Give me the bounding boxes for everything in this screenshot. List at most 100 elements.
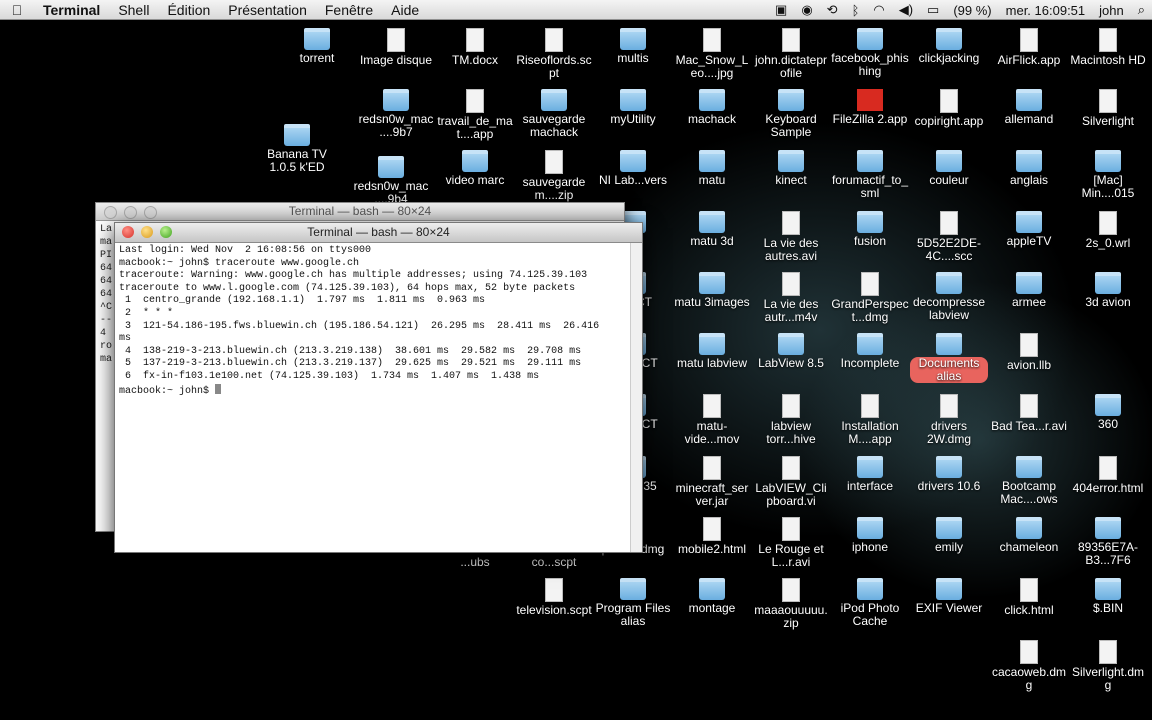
desktop-icon[interactable]: forumactif_to_sml — [831, 150, 909, 200]
desktop-icon[interactable]: [Mac] Min....015 — [1069, 150, 1147, 200]
desktop-icon[interactable]: 2s_0.wrl — [1069, 211, 1147, 250]
desktop-icon[interactable]: redsn0w_mac....9b7 — [357, 89, 435, 139]
desktop-icon[interactable]: myUtility — [594, 89, 672, 126]
desktop-icon[interactable]: sauvegarde m....zip — [515, 150, 593, 202]
desktop-icon[interactable]: montage — [673, 578, 751, 615]
desktop-icon[interactable]: LabView 8.5 — [752, 333, 830, 370]
desktop-icon[interactable]: matu 3images — [673, 272, 751, 309]
screen-record-icon[interactable]: ▣ — [768, 2, 794, 18]
desktop-icon[interactable]: mobile2.html — [673, 517, 751, 556]
desktop-icon[interactable]: La vie des autr...m4v — [752, 272, 830, 324]
desktop-icon[interactable]: iphone — [831, 517, 909, 554]
menu-app-terminal[interactable]: Terminal — [34, 2, 109, 18]
desktop-icon[interactable]: 5D52E2DE-4C....scc — [910, 211, 988, 263]
close-button[interactable] — [122, 226, 134, 238]
desktop-icon[interactable]: matu 3d — [673, 211, 751, 248]
apple-menu-icon[interactable]:  — [0, 2, 34, 18]
battery-percent[interactable]: (99 %) — [946, 3, 998, 18]
desktop-icon[interactable]: clickjacking — [910, 28, 988, 65]
desktop-icon[interactable]: EXIF Viewer — [910, 578, 988, 615]
desktop-icon[interactable]: copiright.app — [910, 89, 988, 128]
title-bar[interactable]: Terminal — bash — 80×24 — [96, 203, 624, 221]
menu-edition[interactable]: Édition — [158, 2, 219, 18]
desktop-icon[interactable]: avion.llb — [990, 333, 1068, 372]
desktop-icon[interactable]: travail_de_mat....app — [436, 89, 514, 141]
desktop-icon[interactable]: chameleon — [990, 517, 1068, 554]
desktop-icon[interactable]: AirFlick.app — [990, 28, 1068, 67]
desktop-icon[interactable]: iPod Photo Cache — [831, 578, 909, 628]
desktop-icon[interactable]: john.dictateprofile — [752, 28, 830, 80]
desktop-icon[interactable]: television.scpt — [515, 578, 593, 617]
desktop-icon[interactable]: machack — [673, 89, 751, 126]
desktop-icon[interactable]: NI Lab...vers — [594, 150, 672, 187]
minimize-button[interactable] — [141, 226, 153, 238]
desktop-icon[interactable]: 89356E7A-B3...7F6 — [1069, 517, 1147, 567]
desktop-icon[interactable]: allemand — [990, 89, 1068, 126]
desktop-icon[interactable]: La vie des autres.avi — [752, 211, 830, 263]
desktop-icon[interactable]: decompresse labview — [910, 272, 988, 322]
desktop-icon[interactable]: 360 — [1069, 394, 1147, 431]
desktop-icon[interactable]: torrent — [278, 28, 356, 65]
desktop-icon[interactable]: matu-vide...mov — [673, 394, 751, 446]
desktop-icon[interactable]: video marc — [436, 150, 514, 187]
desktop-icon[interactable]: matu — [673, 150, 751, 187]
menu-shell[interactable]: Shell — [109, 2, 158, 18]
desktop-icon[interactable]: 404error.html — [1069, 456, 1147, 495]
desktop-icon[interactable]: sauvegarde machack — [515, 89, 593, 139]
menu-aide[interactable]: Aide — [382, 2, 428, 18]
desktop-icon[interactable]: redsn0w_mac....9b4 — [352, 156, 430, 206]
desktop-icon[interactable]: Le Rouge et L...r.avi — [752, 517, 830, 569]
desktop-icon[interactable]: cacaoweb.dmg — [990, 640, 1068, 692]
desktop-icon[interactable]: Image disque — [357, 28, 435, 67]
desktop-icon[interactable]: 3d avion — [1069, 272, 1147, 309]
desktop-icon[interactable]: minecraft_server.jar — [673, 456, 751, 508]
desktop-icon[interactable]: Keyboard Sample — [752, 89, 830, 139]
desktop-icon[interactable]: kinect — [752, 150, 830, 187]
desktop-icon[interactable]: multis — [594, 28, 672, 65]
title-bar[interactable]: Terminal — bash — 80×24 — [115, 223, 642, 243]
desktop-icon[interactable]: TM.docx — [436, 28, 514, 67]
desktop-icon[interactable]: facebook_phishing — [831, 28, 909, 78]
close-button[interactable] — [104, 206, 117, 219]
desktop-icon[interactable]: Silverlight.dmg — [1069, 640, 1147, 692]
desktop-icon[interactable]: Silverlight — [1069, 89, 1147, 128]
desktop-icon[interactable]: LabVIEW_Clipboard.vi — [752, 456, 830, 508]
desktop-icon[interactable]: Incomplete — [831, 333, 909, 370]
terminal-window-front[interactable]: Terminal — bash — 80×24 Last login: Wed … — [114, 222, 643, 553]
zoom-button[interactable] — [160, 226, 172, 238]
desktop-icon[interactable]: Mac_Snow_Leo....jpg — [673, 28, 751, 80]
desktop-icon[interactable]: labview torr...hive — [752, 394, 830, 446]
zoom-button[interactable] — [144, 206, 157, 219]
desktop-icon[interactable]: FileZilla 2.app — [831, 89, 909, 126]
spotlight-search-icon[interactable]: ⌕ — [1131, 2, 1152, 18]
desktop-icon[interactable]: anglais — [990, 150, 1068, 187]
desktop-icon[interactable]: Installation M....app — [831, 394, 909, 446]
desktop-icon[interactable]: fusion — [831, 211, 909, 248]
minimize-button[interactable] — [124, 206, 137, 219]
desktop-icon[interactable]: click.html — [990, 578, 1068, 617]
desktop-icon[interactable]: GrandPerspect...dmg — [831, 272, 909, 324]
menu-presentation[interactable]: Présentation — [219, 2, 316, 18]
terminal-body[interactable]: Last login: Wed Nov 2 16:08:56 on ttys00… — [115, 243, 642, 552]
desktop-icon[interactable]: Banana TV 1.0.5 k'ED — [258, 124, 336, 174]
desktop-icon[interactable]: couleur — [910, 150, 988, 187]
mouse-icon[interactable]: ◉ — [794, 2, 819, 18]
desktop-icon[interactable]: interface — [831, 456, 909, 493]
desktop-icon[interactable]: drivers 2W.dmg — [910, 394, 988, 446]
volume-icon[interactable]: ◀) — [892, 2, 920, 18]
desktop-icon[interactable]: drivers 10.6 — [910, 456, 988, 493]
desktop-icon[interactable]: Documents alias — [910, 333, 988, 383]
desktop-icon[interactable]: maaaouuuuu.zip — [752, 578, 830, 630]
desktop-icon[interactable]: emily — [910, 517, 988, 554]
clock[interactable]: mer. 16:09:51 — [999, 3, 1093, 18]
desktop-icon[interactable]: Program Files alias — [594, 578, 672, 628]
scrollbar[interactable] — [630, 243, 642, 552]
time-machine-icon[interactable]: ⟲ — [820, 2, 845, 18]
battery-icon[interactable]: ▭ — [920, 2, 946, 18]
desktop-icon[interactable]: Bootcamp Mac....ows — [990, 456, 1068, 506]
desktop-icon[interactable]: Bad Tea...r.avi — [990, 394, 1068, 433]
menu-fenetre[interactable]: Fenêtre — [316, 2, 382, 18]
desktop-icon[interactable]: $.BIN — [1069, 578, 1147, 615]
user-menu[interactable]: john — [1092, 3, 1131, 18]
terminal-output[interactable]: Last login: Wed Nov 2 16:08:56 on ttys00… — [115, 243, 642, 398]
